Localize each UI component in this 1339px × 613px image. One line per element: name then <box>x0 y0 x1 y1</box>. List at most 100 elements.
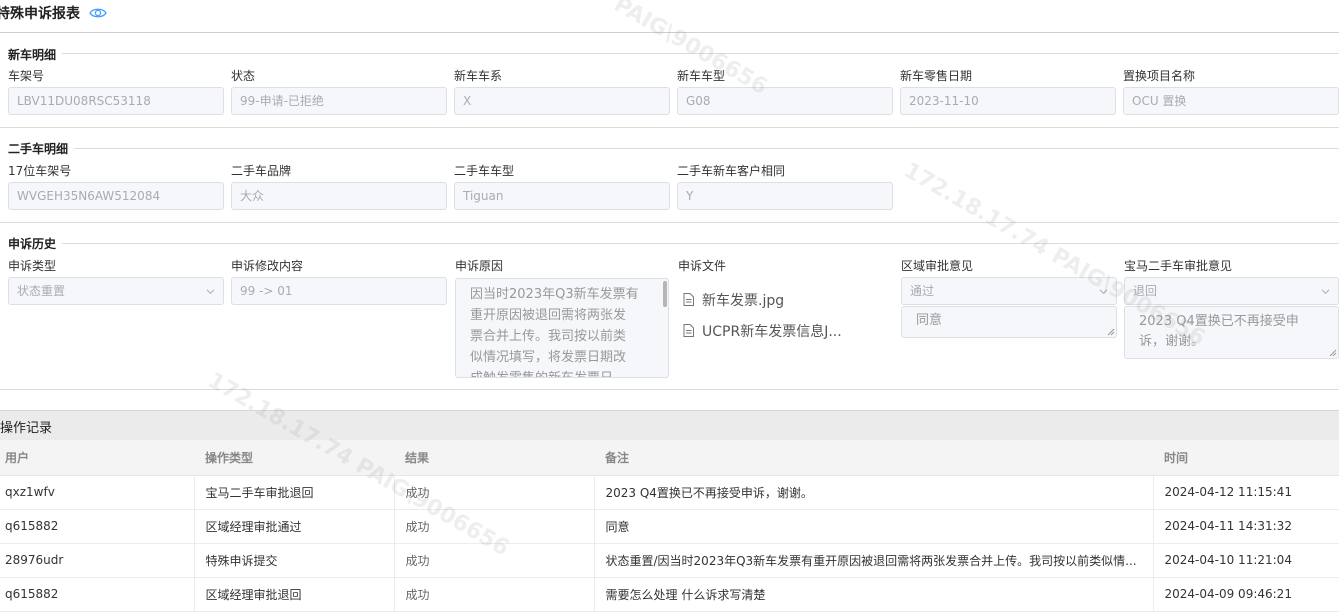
section-separator <box>0 222 1339 223</box>
document-icon <box>683 324 694 337</box>
field-label: 二手车品牌 <box>231 164 292 178</box>
cell-remark: 同意 <box>593 509 1153 544</box>
cell-result: 成功 <box>393 577 594 612</box>
modify-content-input[interactable]: 99 -> 01 <box>231 277 447 305</box>
project-name-input[interactable]: OCU 置换 <box>1123 87 1339 115</box>
column-header-result[interactable]: 结果 <box>394 440 594 476</box>
same-customer-input[interactable]: Y <box>677 182 893 210</box>
table-row[interactable]: q615882 区域经理审批退回 成功 需要怎么处理 什么诉求写清楚 2024-… <box>0 577 1339 612</box>
cell-time: 2024-04-09 09:46:21 <box>1152 577 1339 612</box>
field-retail-date: 新车零售日期 2023-11-10 <box>900 68 1116 115</box>
field-used-model: 二手车车型 Tiguan <box>454 163 670 210</box>
title-bar: 特殊申诉报表 <box>0 0 1339 33</box>
field-label: 二手车车型 <box>454 164 515 178</box>
scrollbar[interactable] <box>663 281 667 307</box>
section-title-appeal-history: 申诉历史 <box>8 237 57 251</box>
field-label: 申诉文件 <box>678 259 727 273</box>
cell-result: 成功 <box>393 543 594 578</box>
new-car-model-input[interactable]: G08 <box>677 87 893 115</box>
operation-log-title: 操作记录 <box>0 421 53 436</box>
bmw-comment-line: 2023 Q4置换已不再接受申 <box>1139 314 1299 329</box>
used-brand-input[interactable]: 大众 <box>231 182 447 210</box>
cell-operation-type: 宝马二手车审批退回 <box>193 475 394 510</box>
bmw-opinion-select[interactable]: 退回 <box>1124 277 1339 305</box>
column-header-time[interactable]: 时间 <box>1153 440 1339 476</box>
eye-icon[interactable] <box>89 6 107 20</box>
field-label: 17位车架号 <box>8 164 72 178</box>
field-label: 二手车新车客户相同 <box>677 164 786 178</box>
cell-user: q615882 <box>0 577 194 612</box>
field-label: 新车零售日期 <box>900 69 973 83</box>
field-label: 新车车系 <box>454 69 503 83</box>
bmw-opinion-value: 退回 <box>1133 284 1158 298</box>
bmw-comment-textarea[interactable]: 2023 Q4置换已不再接受申 诉，谢谢。 <box>1124 306 1339 359</box>
page-title: 特殊申诉报表 <box>0 6 80 22</box>
region-comment-textarea[interactable]: 同意 <box>901 306 1117 338</box>
field-vin: 车架号 LBV11DU08RSC53118 <box>8 68 224 115</box>
cell-user: q615882 <box>0 509 194 544</box>
field-appeal-files: 申诉文件 <box>678 258 894 275</box>
column-header-remark[interactable]: 备注 <box>594 440 1153 476</box>
field-appeal-type: 申诉类型 状态重置 <box>8 258 224 305</box>
field-same-customer: 二手车新车客户相同 Y <box>677 163 893 210</box>
section-divider <box>62 243 1339 244</box>
new-car-series-input[interactable]: X <box>454 87 670 115</box>
appeal-type-value: 状态重置 <box>17 284 66 298</box>
resize-handle-icon[interactable] <box>1107 328 1115 336</box>
region-opinion-select[interactable]: 通过 <box>901 277 1117 305</box>
field-new-car-model: 新车车型 G08 <box>677 68 893 115</box>
field-project-name: 置换项目名称 OCU 置换 <box>1123 68 1339 115</box>
used-model-input[interactable]: Tiguan <box>454 182 670 210</box>
cell-operation-type: 区域经理审批退回 <box>193 577 394 612</box>
appeal-type-select[interactable]: 状态重置 <box>8 277 224 305</box>
retail-date-input[interactable]: 2023-11-10 <box>900 87 1116 115</box>
used-vin-input[interactable]: WVGEH35N6AW512084 <box>8 182 224 210</box>
field-label: 宝马二手车审批意见 <box>1124 259 1233 273</box>
reason-line: 重开原因被退回需将两张发 <box>470 308 627 323</box>
field-modify-content: 申诉修改内容 99 -> 01 <box>231 258 447 305</box>
reason-line: 成触发零售的新车发票日 <box>470 368 656 377</box>
field-label: 申诉原因 <box>455 259 504 273</box>
section-title-new-car: 新车明细 <box>8 48 57 62</box>
chevron-down-icon <box>206 289 215 295</box>
cell-result: 成功 <box>393 509 594 544</box>
cell-user: qxz1wfv <box>0 475 194 510</box>
cell-user: 28976udr <box>0 543 194 578</box>
table-row[interactable]: qxz1wfv 宝马二手车审批退回 成功 2023 Q4置换已不再接受申诉，谢谢… <box>0 475 1339 510</box>
section-separator <box>0 127 1339 128</box>
cell-time: 2024-04-10 11:21:04 <box>1152 543 1339 578</box>
resize-handle-icon[interactable] <box>1329 349 1337 357</box>
field-label: 置换项目名称 <box>1123 69 1196 83</box>
column-header-user[interactable]: 用户 <box>0 440 194 476</box>
field-used-vin: 17位车架号 WVGEH35N6AW512084 <box>8 163 224 210</box>
cell-operation-type: 特殊申诉提交 <box>193 543 394 578</box>
operation-log-header: 操作记录 <box>0 410 1339 440</box>
section-divider <box>74 148 1339 149</box>
field-new-car-series: 新车车系 X <box>454 68 670 115</box>
table-row[interactable]: q615882 区域经理审批通过 成功 同意 2024-04-11 14:31:… <box>0 509 1339 544</box>
field-label: 申诉修改内容 <box>231 259 304 273</box>
appeal-reason-textarea[interactable]: 因当时2023年Q3新车发票有 重开原因被退回需将两张发 票合并上传。我司按以前… <box>455 278 669 378</box>
reason-line: 票合并上传。我司按以前类 <box>470 329 627 344</box>
chevron-down-icon <box>1321 289 1330 295</box>
cell-remark: 状态重置/因当时2023年Q3新车发票有重开原因被退回需将两张发票合并上传。我司… <box>593 543 1153 578</box>
vin-input[interactable]: LBV11DU08RSC53118 <box>8 87 224 115</box>
cell-result: 成功 <box>393 475 594 510</box>
table-header-row: 用户 操作类型 结果 备注 时间 <box>0 440 1339 476</box>
chevron-down-icon <box>1099 289 1108 295</box>
reason-line: 因当时2023年Q3新车发票有 <box>470 287 639 302</box>
column-header-operation-type[interactable]: 操作类型 <box>194 440 394 476</box>
field-region-opinion: 区域审批意见 通过 <box>901 258 1117 305</box>
cell-time: 2024-04-11 14:31:32 <box>1152 509 1339 544</box>
section-title-used-car: 二手车明细 <box>8 142 69 156</box>
field-used-brand: 二手车品牌 大众 <box>231 163 447 210</box>
file-name: 新车发票.jpg <box>702 293 785 309</box>
file-link[interactable]: UCPR新车发票信息J... <box>683 323 842 341</box>
region-comment: 同意 <box>916 313 943 328</box>
table-row[interactable]: 28976udr 特殊申诉提交 成功 状态重置/因当时2023年Q3新车发票有重… <box>0 543 1339 578</box>
reason-line: 似情况填写，将发票日期改 <box>470 350 627 365</box>
field-label: 申诉类型 <box>8 259 57 273</box>
field-status: 状态 99-申请-已拒绝 <box>231 68 447 115</box>
file-link[interactable]: 新车发票.jpg <box>683 292 784 310</box>
status-input[interactable]: 99-申请-已拒绝 <box>231 87 447 115</box>
